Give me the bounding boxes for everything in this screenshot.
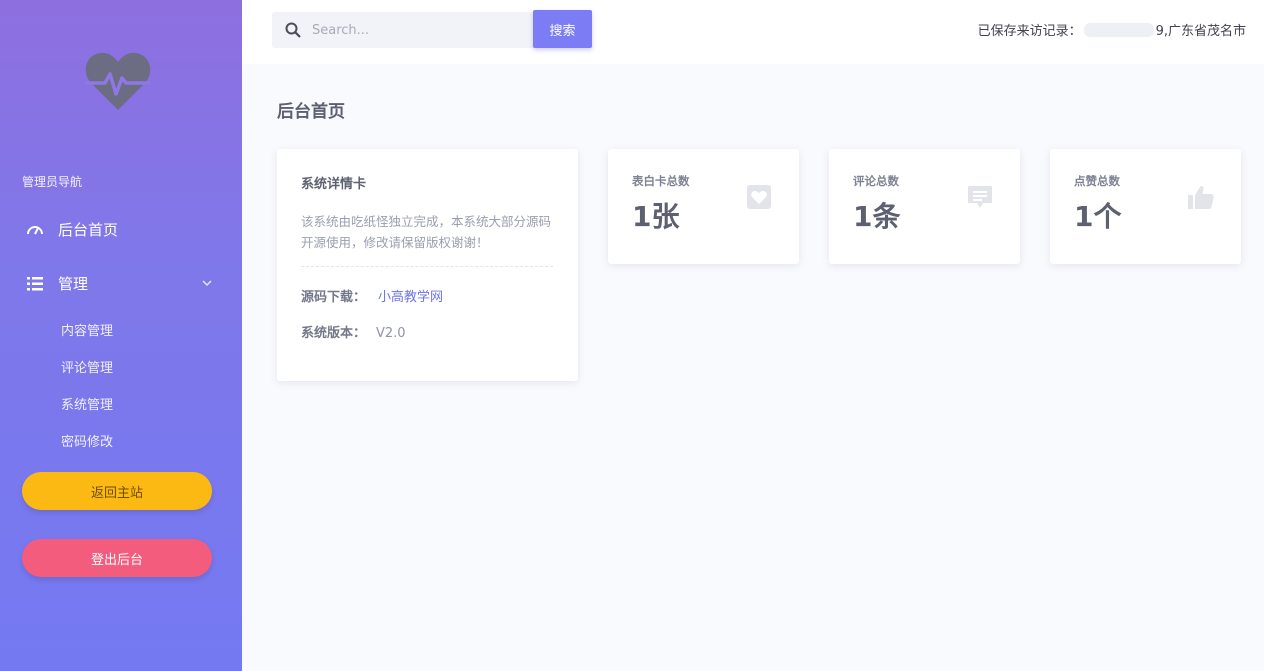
page-title: 后台首页 <box>277 102 345 122</box>
version-label: 系统版本： <box>301 326 367 341</box>
stat-card-confessions: 表白卡总数 1张 <box>608 149 799 264</box>
heart-card-icon <box>747 185 771 209</box>
sidebar-subitem-password[interactable]: 密码修改 <box>61 431 113 450</box>
dashboard-icon <box>26 221 44 239</box>
search-button[interactable]: 搜索 <box>533 10 592 48</box>
sidebar: 管理员导航 后台首页 管理 内容管理 评论管理 系统管理 密码修改 返回主站 登… <box>0 0 242 671</box>
heartbeat-logo-icon <box>85 52 151 110</box>
version-value: V2.0 <box>376 326 406 341</box>
blurred-ip <box>1083 23 1154 37</box>
sidebar-subitem-comments[interactable]: 评论管理 <box>61 357 113 376</box>
source-link[interactable]: 小高教学网 <box>378 290 443 305</box>
sidebar-item-manage[interactable]: 管理 <box>26 273 216 294</box>
comment-icon <box>968 186 992 208</box>
stat-label: 评论总数 <box>853 174 899 188</box>
back-to-site-button[interactable]: 返回主站 <box>22 472 212 510</box>
chevron-down-icon <box>202 274 212 292</box>
info-card-description: 该系统由吃纸怪独立完成，本系统大部分源码开源使用，修改请保留版权谢谢！ <box>301 214 552 250</box>
logout-button[interactable]: 登出后台 <box>22 539 212 577</box>
version-row: 系统版本： V2.0 <box>301 322 406 341</box>
source-row: 源码下载： 小高教学网 <box>301 286 443 305</box>
search-box <box>272 12 534 48</box>
sidebar-item-home[interactable]: 后台首页 <box>26 219 118 240</box>
list-icon <box>26 275 44 293</box>
system-info-card: 系统详情卡 该系统由吃纸怪独立完成，本系统大部分源码开源使用，修改请保留版权谢谢… <box>277 149 578 381</box>
search-input[interactable] <box>312 12 527 48</box>
nav-title: 管理员导航 <box>22 175 83 189</box>
visit-record: 已保存来访记录： 9,广东省茂名市 <box>978 20 1246 39</box>
sidebar-subitem-content[interactable]: 内容管理 <box>61 320 113 339</box>
sidebar-item-manage-label: 管理 <box>58 275 89 293</box>
stat-value: 1个 <box>1074 200 1122 233</box>
search-icon <box>285 22 301 38</box>
visit-prefix: 已保存来访记录： <box>977 24 1082 39</box>
stat-card-comments: 评论总数 1条 <box>829 149 1020 264</box>
topbar: 搜索 已保存来访记录： 9,广东省茂名市 <box>242 0 1264 64</box>
info-card-title: 系统详情卡 <box>301 177 367 192</box>
stat-card-likes: 点赞总数 1个 <box>1050 149 1241 264</box>
stat-value: 1条 <box>853 200 901 233</box>
stat-value: 1张 <box>632 200 680 233</box>
stat-label: 表白卡总数 <box>632 174 690 188</box>
stat-label: 点赞总数 <box>1074 174 1120 188</box>
sidebar-item-home-label: 后台首页 <box>58 221 119 239</box>
source-label: 源码下载： <box>301 290 367 305</box>
visit-location: 9,广东省茂名市 <box>1155 24 1246 39</box>
sidebar-subitem-system[interactable]: 系统管理 <box>61 394 113 413</box>
thumbs-up-icon <box>1188 185 1214 209</box>
divider <box>301 266 553 267</box>
